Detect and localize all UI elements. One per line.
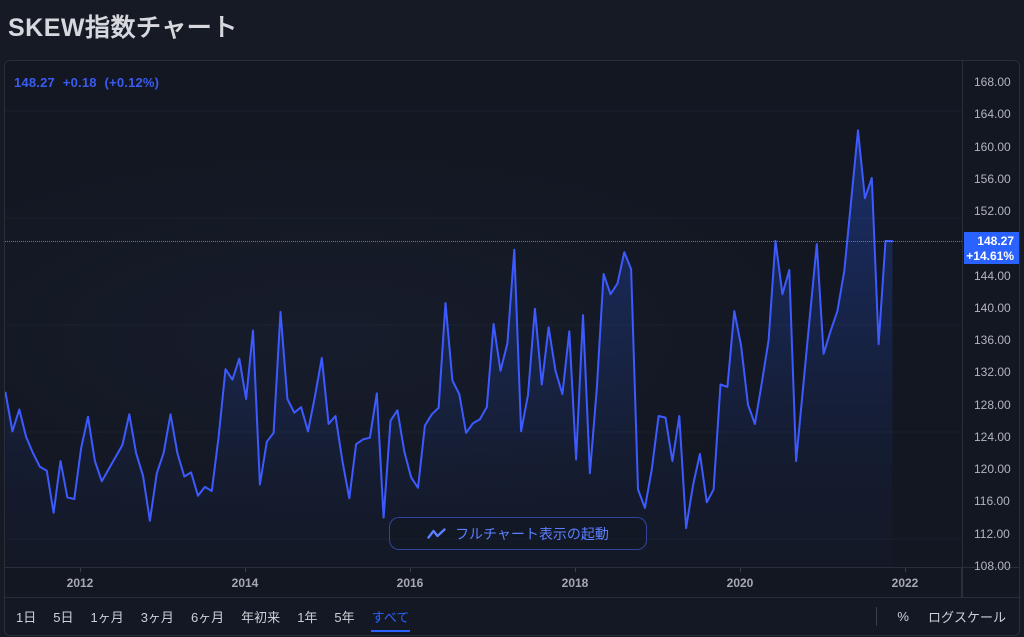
line-chart-icon [427, 528, 446, 540]
current-price-line [5, 241, 962, 242]
y-axis-label: 156.00 [974, 172, 1011, 186]
range-button-ytd[interactable]: 年初来 [240, 601, 281, 632]
y-axis-label: 108.00 [974, 559, 1011, 573]
x-axis-label: 2012 [67, 576, 94, 590]
x-axis[interactable]: 2012 2014 2016 2018 2020 2022 [5, 567, 1019, 597]
range-button-1mo[interactable]: 1ヶ月 [89, 601, 124, 632]
x-axis-tick [740, 568, 741, 572]
x-axis-tick [575, 568, 576, 572]
x-axis-label: 2020 [727, 576, 754, 590]
range-button-1y[interactable]: 1年 [296, 601, 318, 632]
percent-scale-button[interactable]: % [896, 603, 910, 630]
badge-price: 148.27 [964, 234, 1014, 249]
y-axis-label: 112.00 [974, 527, 1010, 541]
x-axis-tick [245, 568, 246, 572]
range-button-5y[interactable]: 5年 [333, 601, 355, 632]
y-axis-label: 168.00 [974, 75, 1011, 89]
range-button-1d[interactable]: 1日 [15, 601, 37, 632]
chart-card: 148.27 +0.18 (+0.12%) 148.27 +14.61% 168… [4, 60, 1020, 636]
y-axis-label: 160.00 [974, 140, 1011, 154]
badge-change-percent: +14.61% [964, 249, 1014, 264]
launch-full-chart-button[interactable]: フルチャート表示の起動 [389, 517, 647, 550]
x-axis-label: 2016 [397, 576, 424, 590]
x-axis-tick [80, 568, 81, 572]
x-axis-tick [905, 568, 906, 572]
y-axis-label: 152.00 [974, 204, 1011, 218]
y-axis-label: 128.00 [974, 398, 1011, 412]
x-axis-tick [410, 568, 411, 572]
range-toolbar: 1日 5日 1ヶ月 3ヶ月 6ヶ月年初来 1年 5年すべて % ログスケール [5, 597, 1019, 635]
y-axis-label: 132.00 [974, 365, 1011, 379]
range-button-5d[interactable]: 5日 [52, 601, 74, 632]
y-axis-label: 136.00 [974, 333, 1011, 347]
range-button-all[interactable]: すべて [371, 601, 411, 632]
chart-plot-area[interactable]: 148.27 +0.18 (+0.12%) 148.27 +14.61% 168… [5, 61, 1019, 567]
x-axis-label: 2018 [562, 576, 589, 590]
y-axis-label: 116.00 [974, 494, 1010, 508]
toolbar-divider [876, 607, 877, 626]
scale-controls: % ログスケール [876, 601, 1007, 632]
range-button-group: 1日 5日 1ヶ月 3ヶ月 6ヶ月年初来 1年 5年すべて [15, 601, 410, 632]
y-axis-label: 124.00 [974, 430, 1011, 444]
y-axis-label: 120.00 [974, 462, 1011, 476]
y-axis[interactable]: 148.27 +14.61% 168.00 164.00 160.00 156.00 1… [962, 61, 1019, 597]
quote-price: 148.27 [14, 75, 55, 90]
y-axis-label: 140.00 [974, 301, 1011, 315]
launch-button-label: フルチャート表示の起動 [455, 524, 609, 544]
quote-change-percent: (+0.12%) [105, 75, 160, 90]
quote-change: +0.18 [63, 75, 97, 90]
y-axis-label: 144.00 [974, 269, 1011, 283]
range-button-6mo[interactable]: 6ヶ月 [190, 601, 225, 632]
page-title: SKEW指数チャート [8, 8, 238, 44]
current-price-badge: 148.27 +14.61% [964, 232, 1019, 264]
x-axis-label: 2014 [232, 576, 259, 590]
y-axis-label: 164.00 [974, 107, 1011, 121]
range-button-3mo[interactable]: 3ヶ月 [140, 601, 175, 632]
quote-summary: 148.27 +0.18 (+0.12%) [14, 75, 163, 90]
x-axis-label: 2022 [892, 576, 919, 590]
log-scale-button[interactable]: ログスケール [927, 601, 1007, 632]
